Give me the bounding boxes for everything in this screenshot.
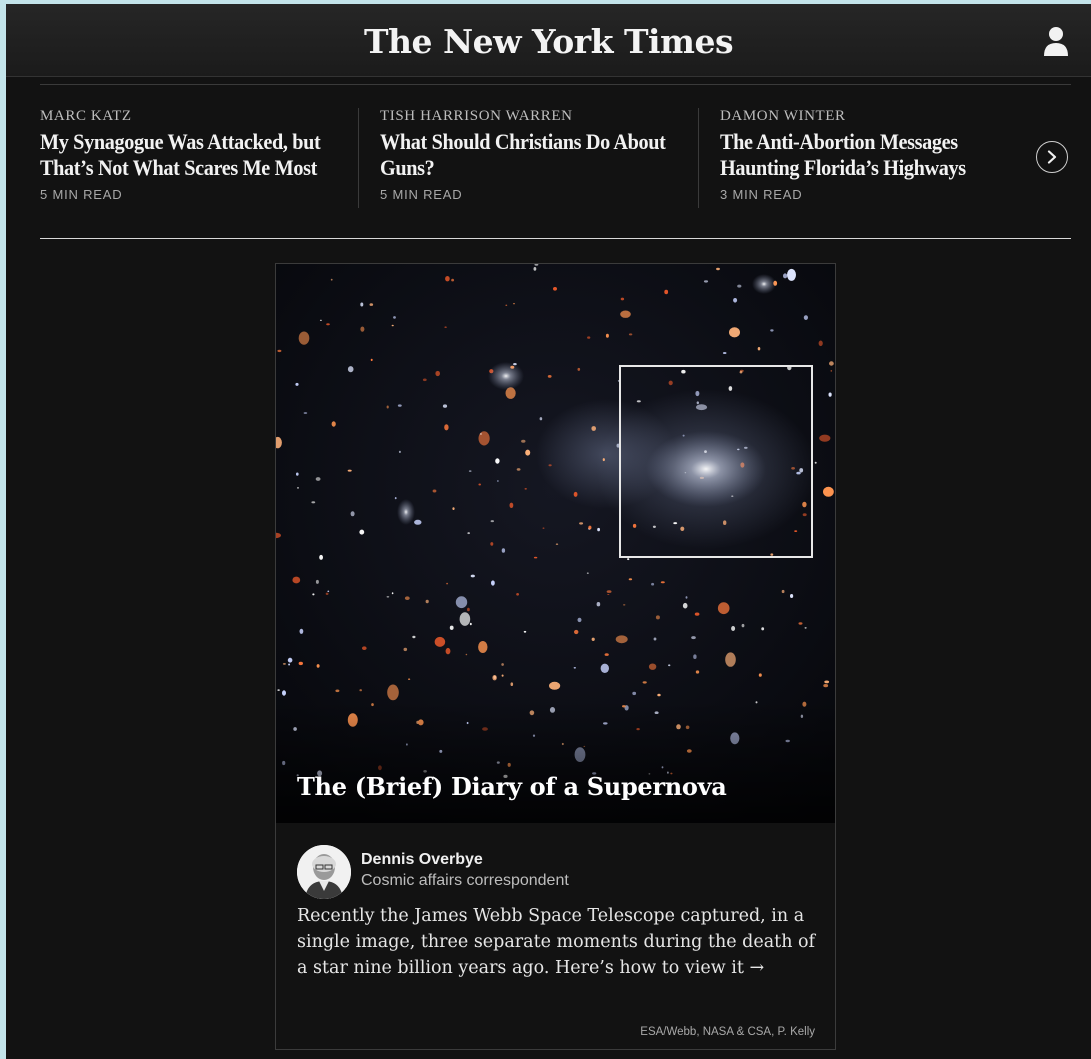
strip-top-rule — [40, 84, 1071, 85]
chevron-right-icon — [1047, 150, 1057, 164]
story-headline[interactable]: The Anti-Abortion Messages Haunting Flor… — [720, 129, 1024, 181]
feature-summary[interactable]: Recently the James Webb Space Telescope … — [297, 903, 817, 981]
author-name[interactable]: Dennis Overbye — [361, 851, 483, 869]
story-author: TISH HARRISON WARREN — [380, 108, 573, 124]
masthead: The New York Times — [6, 4, 1091, 77]
story-read-time: 3 MIN READ — [720, 187, 803, 202]
story-headline[interactable]: My Synagogue Was Attacked, but That’s No… — [40, 129, 344, 181]
opinion-story-3[interactable]: DAMON WINTER The Anti-Abortion Messages … — [720, 108, 1020, 202]
image-credit: ESA/Webb, NASA & CSA, P. Kelly — [640, 1026, 815, 1038]
story-divider — [358, 108, 359, 208]
author-role: Cosmic affairs correspondent — [361, 872, 569, 889]
feature-title[interactable]: The (Brief) Diary of a Supernova — [297, 772, 727, 801]
author-avatar — [297, 845, 351, 899]
author-byline: Dennis Overbye Cosmic affairs correspond… — [297, 845, 797, 899]
next-stories-button[interactable] — [1036, 141, 1068, 173]
user-account-icon[interactable] — [1043, 26, 1069, 58]
story-author: DAMON WINTER — [720, 108, 846, 124]
section-divider — [40, 238, 1071, 239]
supernova-deep-field-image[interactable] — [276, 264, 835, 823]
opinion-story-1[interactable]: MARC KATZ My Synagogue Was Attacked, but… — [40, 108, 340, 202]
story-read-time: 5 MIN READ — [380, 187, 463, 202]
story-headline[interactable]: What Should Christians Do About Guns? — [380, 129, 684, 181]
story-divider — [698, 108, 699, 208]
story-read-time: 5 MIN READ — [40, 187, 123, 202]
feature-card[interactable]: The (Brief) Diary of a Supernova Dennis … — [275, 263, 836, 1050]
story-author: MARC KATZ — [40, 108, 132, 124]
nyt-logo[interactable]: The New York Times — [6, 22, 1091, 61]
page-frame: The New York Times MARC KATZ My Synagogu… — [6, 4, 1091, 1059]
opinion-story-2[interactable]: TISH HARRISON WARREN What Should Christi… — [380, 108, 680, 202]
